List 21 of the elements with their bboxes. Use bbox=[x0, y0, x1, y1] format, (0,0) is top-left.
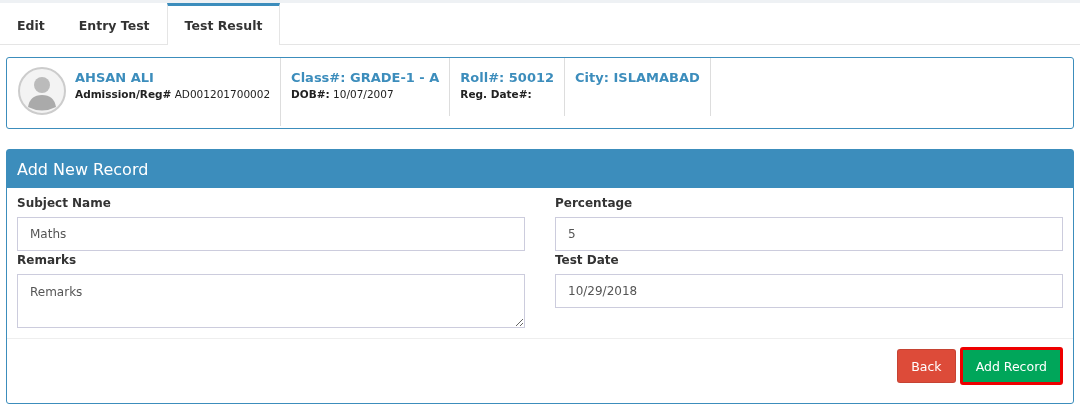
student-name: AHSAN ALI bbox=[75, 70, 155, 85]
field-label: Subject Name bbox=[17, 196, 112, 210]
tab[interactable]: Entry Test bbox=[61, 3, 167, 44]
avatar-icon bbox=[17, 66, 67, 116]
info-title: Class#: GRADE-1 - A bbox=[291, 70, 440, 85]
panel-title: Add New Record bbox=[7, 150, 1073, 188]
field-label: Remarks bbox=[17, 253, 78, 267]
info-line: Reg. Date#: bbox=[460, 88, 533, 100]
tab[interactable]: Test Result bbox=[166, 3, 281, 45]
info-line: DOB#: 10/07/2007 bbox=[291, 88, 395, 100]
input-field[interactable]: Maths bbox=[17, 217, 525, 251]
field-label: Test Date bbox=[555, 253, 620, 267]
input-field[interactable]: 10/29/2018 bbox=[555, 274, 1063, 308]
field-label: Percentage bbox=[555, 196, 634, 210]
input-field[interactable]: 5 bbox=[555, 217, 1063, 251]
tab[interactable]: Edit bbox=[0, 3, 62, 44]
admission-number: Admission/Reg# AD001201700002 bbox=[75, 88, 271, 100]
back-button[interactable]: Back bbox=[897, 349, 956, 383]
info-title: Roll#: 50012 bbox=[460, 70, 555, 85]
info-title: City: ISLAMABAD bbox=[575, 70, 700, 85]
remarks-field[interactable]: Remarks bbox=[17, 274, 525, 328]
